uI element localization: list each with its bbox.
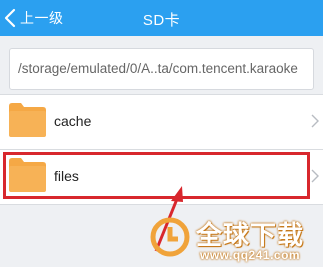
- watermark-url: www.qq241.com: [200, 248, 301, 262]
- watermark: 全球下载 www.qq241.com: [150, 215, 320, 265]
- watermark-text: 全球下载: [196, 221, 305, 251]
- watermark-logo-icon: [150, 217, 190, 257]
